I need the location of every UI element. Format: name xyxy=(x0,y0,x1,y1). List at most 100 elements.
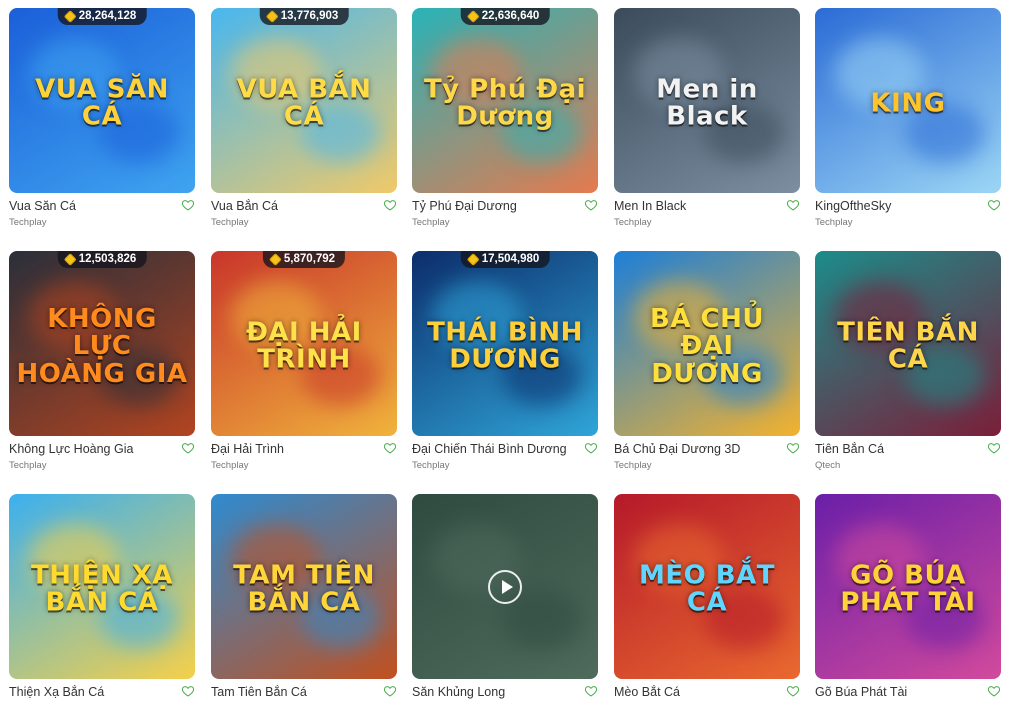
game-provider: Techplay xyxy=(9,217,47,228)
game-card[interactable]: KING KingOftheSky Techplay xyxy=(815,8,1001,228)
game-card[interactable]: VUA SĂN CÁ 28,264,128 Vua Săn Cá Techpla… xyxy=(9,8,195,228)
coin-icon xyxy=(63,252,77,266)
favorite-heart-icon[interactable] xyxy=(584,441,598,455)
game-provider: Techplay xyxy=(815,217,853,228)
game-thumbnail[interactable]: VUA BẮN CÁ 13,776,903 xyxy=(211,8,397,193)
game-card[interactable]: THÁI BÌNH DƯƠNG 17,504,980 Đại Chiến Thá… xyxy=(412,251,598,471)
game-grid: VUA SĂN CÁ 28,264,128 Vua Săn Cá Techpla… xyxy=(0,0,1015,707)
game-name[interactable]: Vua Bắn Cá xyxy=(211,199,376,213)
favorite-heart-icon[interactable] xyxy=(584,198,598,212)
game-provider: Qtech xyxy=(815,460,841,471)
game-art-title: Tỷ Phú Đại Dương xyxy=(423,74,587,133)
game-art-title: Men in Black xyxy=(656,74,758,133)
game-art-title: KING xyxy=(870,88,946,119)
game-thumbnail[interactable]: Men in Black xyxy=(614,8,800,193)
game-thumbnail[interactable]: GÕ BÚA PHÁT TÀI xyxy=(815,494,1001,679)
favorite-heart-icon[interactable] xyxy=(786,198,800,212)
game-card[interactable]: Men in Black Men In Black Techplay xyxy=(614,8,800,228)
game-art-title: BÁ CHỦ ĐẠI DƯƠNG xyxy=(650,304,764,389)
game-art-title: VUA BẮN CÁ xyxy=(236,74,372,133)
game-art-title: VUA SĂN CÁ xyxy=(35,74,169,133)
coin-icon xyxy=(265,9,279,23)
game-name[interactable]: Đại Chiến Thái Bình Dương xyxy=(412,442,577,456)
jackpot-badge: 5,870,792 xyxy=(262,251,346,268)
game-thumbnail[interactable]: KING xyxy=(815,8,1001,193)
game-provider: Techplay xyxy=(9,460,47,471)
game-name[interactable]: Đại Hải Trình xyxy=(211,442,376,456)
game-art-title: TIÊN BẮN CÁ xyxy=(837,317,979,376)
game-name[interactable]: Bá Chủ Đại Dương 3D xyxy=(614,442,779,456)
game-art-title: TAM TIÊN BẮN CÁ xyxy=(233,560,375,619)
game-thumbnail[interactable]: VUA SĂN CÁ 28,264,128 xyxy=(9,8,195,193)
game-name[interactable]: Gõ Búa Phát Tài xyxy=(815,685,980,699)
game-card[interactable]: TIÊN BẮN CÁ Tiên Bắn Cá Qtech xyxy=(815,251,1001,471)
jackpot-badge: 12,503,826 xyxy=(57,251,147,268)
game-name[interactable]: Men In Black xyxy=(614,199,779,213)
game-name[interactable]: Tam Tiên Bắn Cá xyxy=(211,685,376,699)
favorite-heart-icon[interactable] xyxy=(181,198,195,212)
favorite-heart-icon[interactable] xyxy=(181,684,195,698)
coin-icon xyxy=(466,252,480,266)
favorite-heart-icon[interactable] xyxy=(383,684,397,698)
favorite-heart-icon[interactable] xyxy=(987,198,1001,212)
game-art-title: KHÔNG LỰC HOÀNG GIA xyxy=(16,304,188,389)
game-thumbnail[interactable]: KHÔNG LỰC HOÀNG GIA 12,503,826 xyxy=(9,251,195,436)
game-provider: Techplay xyxy=(614,217,652,228)
favorite-heart-icon[interactable] xyxy=(987,441,1001,455)
game-name[interactable]: Không Lực Hoàng Gia xyxy=(9,442,174,456)
game-provider: Techplay xyxy=(211,217,249,228)
game-card[interactable]: MÈO BẮT CÁ Mèo Bắt Cá xyxy=(614,494,800,699)
game-card[interactable]: KHÔNG LỰC HOÀNG GIA 12,503,826 Không Lực… xyxy=(9,251,195,471)
coin-icon xyxy=(269,252,282,266)
coin-icon xyxy=(466,9,480,23)
game-provider: Techplay xyxy=(211,460,249,471)
game-card[interactable]: VUA BẮN CÁ 13,776,903 Vua Bắn Cá Techpla… xyxy=(211,8,397,228)
game-name[interactable]: Mèo Bắt Cá xyxy=(614,685,779,699)
game-thumbnail[interactable]: THÁI BÌNH DƯƠNG 17,504,980 xyxy=(412,251,598,436)
game-art-title: THIỆN XẠ BẮN CÁ xyxy=(31,560,173,619)
favorite-heart-icon[interactable] xyxy=(987,684,1001,698)
game-thumbnail[interactable]: MÈO BẮT CÁ xyxy=(614,494,800,679)
game-provider: Techplay xyxy=(412,460,450,471)
game-thumbnail[interactable]: TIÊN BẮN CÁ xyxy=(815,251,1001,436)
favorite-heart-icon[interactable] xyxy=(786,441,800,455)
favorite-heart-icon[interactable] xyxy=(786,684,800,698)
game-name[interactable]: Tỷ Phú Đại Dương xyxy=(412,199,577,213)
game-card[interactable]: Săn Khủng Long xyxy=(412,494,598,699)
jackpot-badge: 28,264,128 xyxy=(57,8,147,25)
game-thumbnail[interactable]: ĐẠI HẢI TRÌNH 5,870,792 xyxy=(211,251,397,436)
favorite-heart-icon[interactable] xyxy=(383,441,397,455)
game-thumbnail[interactable]: THIỆN XẠ BẮN CÁ xyxy=(9,494,195,679)
game-provider: Techplay xyxy=(614,460,652,471)
game-name[interactable]: KingOftheSky xyxy=(815,199,980,213)
game-name[interactable]: Săn Khủng Long xyxy=(412,685,577,699)
game-name[interactable]: Thiện Xạ Bắn Cá xyxy=(9,685,174,699)
jackpot-amount: 22,636,640 xyxy=(481,10,540,22)
game-name[interactable]: Vua Săn Cá xyxy=(9,199,174,213)
game-thumbnail[interactable]: TAM TIÊN BẮN CÁ xyxy=(211,494,397,679)
play-icon[interactable] xyxy=(488,569,522,604)
game-art-title: THÁI BÌNH DƯƠNG xyxy=(427,317,583,376)
game-art-title: GÕ BÚA PHÁT TÀI xyxy=(840,560,976,619)
game-card[interactable]: Tỷ Phú Đại Dương 22,636,640 Tỷ Phú Đại D… xyxy=(412,8,598,228)
game-card[interactable]: ĐẠI HẢI TRÌNH 5,870,792 Đại Hải Trình Te… xyxy=(211,251,397,471)
game-card[interactable]: THIỆN XẠ BẮN CÁ Thiện Xạ Bắn Cá xyxy=(9,494,195,699)
game-art-title: MÈO BẮT CÁ xyxy=(639,560,775,619)
favorite-heart-icon[interactable] xyxy=(383,198,397,212)
jackpot-badge: 13,776,903 xyxy=(259,8,349,25)
jackpot-amount: 5,870,792 xyxy=(283,253,336,265)
jackpot-amount: 28,264,128 xyxy=(78,10,137,22)
game-name[interactable]: Tiên Bắn Cá xyxy=(815,442,980,456)
game-card[interactable]: GÕ BÚA PHÁT TÀI Gõ Búa Phát Tài xyxy=(815,494,1001,699)
favorite-heart-icon[interactable] xyxy=(584,684,598,698)
favorite-heart-icon[interactable] xyxy=(181,441,195,455)
game-card[interactable]: BÁ CHỦ ĐẠI DƯƠNG Bá Chủ Đại Dương 3D Tec… xyxy=(614,251,800,471)
jackpot-amount: 12,503,826 xyxy=(78,253,137,265)
game-thumbnail[interactable]: BÁ CHỦ ĐẠI DƯƠNG xyxy=(614,251,800,436)
game-thumbnail[interactable]: Tỷ Phú Đại Dương 22,636,640 xyxy=(412,8,598,193)
game-thumbnail[interactable] xyxy=(412,494,598,679)
jackpot-badge: 17,504,980 xyxy=(460,251,550,268)
game-art-title: ĐẠI HẢI TRÌNH xyxy=(246,317,362,376)
jackpot-amount: 17,504,980 xyxy=(481,253,540,265)
game-card[interactable]: TAM TIÊN BẮN CÁ Tam Tiên Bắn Cá xyxy=(211,494,397,699)
